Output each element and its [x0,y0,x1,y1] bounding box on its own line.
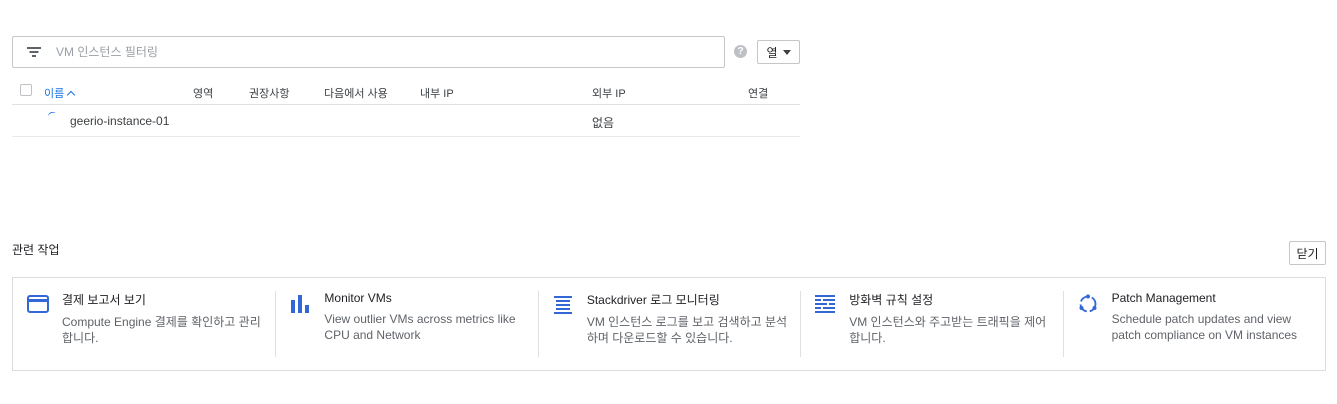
column-header-name-label: 이름 [44,88,65,100]
columns-button-label: 열 [766,45,778,60]
loading-spinner-icon [47,110,57,120]
table-row: geerio-instance-01 없음 [12,105,800,137]
chevron-down-icon [782,49,791,55]
card-stackdriver-logs[interactable]: Stackdriver 로그 모니터링 VM 인스턴스 로그를 보고 검색하고 … [537,278,800,370]
select-all-checkbox[interactable] [20,84,32,96]
credit-card-icon [27,295,49,313]
logs-icon [553,296,572,314]
column-header-in-use-by[interactable]: 다음에서 사용 [324,85,388,101]
related-actions-title: 관련 작업 [12,243,60,257]
filter-bar[interactable] [12,36,725,68]
card-firewall-rules[interactable]: 방화벽 규칙 설정 VM 인스턴스와 주고받는 트래픽을 제어합니다. [800,278,1062,370]
column-header-name[interactable]: 이름 [44,85,76,101]
table-header: 이름 영역 권장사항 다음에서 사용 내부 IP 외부 IP 연결 [12,77,800,105]
card-billing-report[interactable]: 결제 보고서 보기 Compute Engine 결제를 확인하고 관리합니다. [13,278,275,370]
instance-name-link[interactable]: geerio-instance-01 [70,114,169,128]
firewall-icon [815,295,836,313]
patch-sync-icon [1079,294,1097,313]
close-button[interactable]: 닫기 [1289,241,1326,265]
columns-button[interactable]: 열 [757,40,800,64]
card-description: VM 인스턴스와 주고받는 트래픽을 제어합니다. [849,315,1047,345]
instances-table: 이름 영역 권장사항 다음에서 사용 내부 IP 외부 IP 연결 geerio… [12,77,800,137]
filter-icon[interactable] [26,46,42,58]
help-icon[interactable]: ? [734,45,747,58]
card-title: Patch Management [1111,291,1216,305]
card-description: Schedule patch updates and view patch co… [1111,312,1298,342]
column-header-internal-ip[interactable]: 내부 IP [420,85,454,101]
card-description: Compute Engine 결제를 확인하고 관리합니다. [62,315,261,345]
column-header-external-ip[interactable]: 외부 IP [592,85,626,101]
external-ip-value: 없음 [592,116,615,130]
card-title: Monitor VMs [324,291,392,305]
card-patch-management[interactable]: Patch Management Schedule patch updates … [1062,278,1325,370]
card-title: 방화벽 규칙 설정 [849,293,934,307]
sort-ascending-icon [67,90,76,99]
card-title: Stackdriver 로그 모니터링 [586,293,720,307]
bar-chart-icon [291,295,310,313]
column-header-connect: 연결 [748,88,769,100]
related-actions-cards: 결제 보고서 보기 Compute Engine 결제를 확인하고 관리합니다.… [12,277,1326,371]
filter-input[interactable] [56,45,696,59]
card-title: 결제 보고서 보기 [62,293,146,307]
card-monitor-vms[interactable]: Monitor VMs View outlier VMs across metr… [275,278,537,370]
card-description: View outlier VMs across metrics like CPU… [324,312,516,342]
column-header-zone[interactable]: 영역 [193,85,213,101]
column-header-recommendation[interactable]: 권장사항 [249,85,289,101]
card-description: VM 인스턴스 로그를 보고 검색하고 분석하며 다운로드할 수 있습니다. [586,315,788,345]
